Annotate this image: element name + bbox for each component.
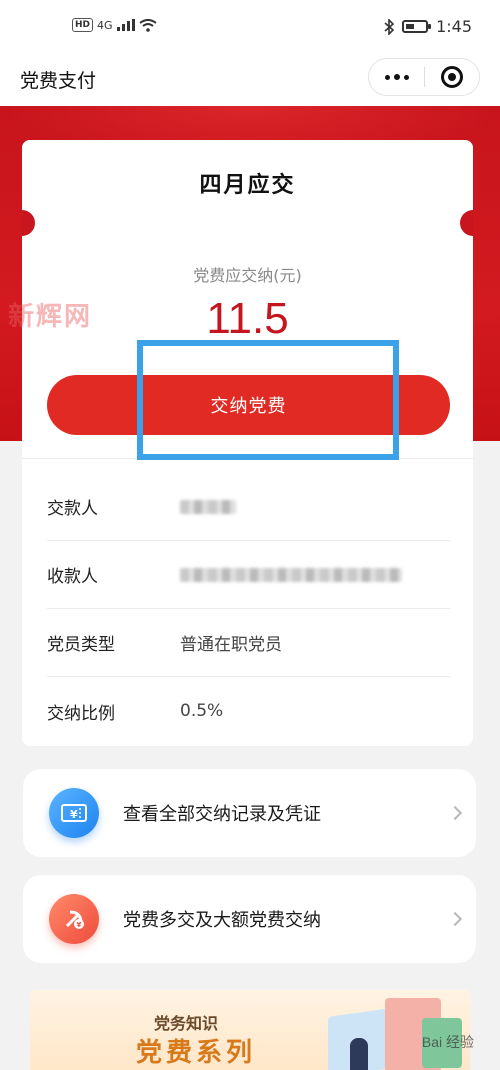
- info-value: 0.5%: [180, 701, 224, 721]
- party-emblem-icon: ¥: [49, 894, 99, 944]
- card-header: 四月应交: [22, 140, 473, 226]
- info-value: 普通在职党员: [180, 635, 282, 655]
- bluetooth-icon: [384, 18, 395, 35]
- receipt-icon: ¥: [49, 788, 99, 838]
- info-label: 党员类型: [47, 635, 115, 655]
- promo-illustration-person: [350, 1038, 368, 1070]
- baidu-watermark: Bai 经验: [421, 1034, 474, 1050]
- wifi-icon: [138, 18, 157, 32]
- info-row-payee: 收款人: [47, 541, 450, 609]
- amount-label: 党费应交纳(元): [193, 266, 302, 285]
- info-label: 交纳比例: [47, 703, 115, 724]
- info-row-rate: 交纳比例 0.5%: [47, 677, 450, 745]
- extra-payment-label: 党费多交及大额党费交纳: [123, 910, 321, 931]
- nav-bar: 党费支付: [0, 52, 500, 106]
- more-dots-icon[interactable]: [369, 59, 424, 95]
- blurred-payee-name: [180, 567, 402, 582]
- chevron-right-icon: [447, 911, 463, 927]
- view-records-label: 查看全部交纳记录及凭证: [123, 804, 321, 825]
- extra-payment-card[interactable]: ¥ 党费多交及大额党费交纳: [23, 875, 476, 963]
- ticket-notch-right: [460, 210, 473, 236]
- promo-banner[interactable]: 党务知识 党费系列: [30, 990, 470, 1070]
- network-label: 4G: [97, 18, 113, 32]
- status-left: HD 4G: [72, 18, 157, 32]
- blurred-payer-name: [180, 499, 236, 514]
- info-label: 收款人: [47, 567, 98, 587]
- view-records-card[interactable]: ¥ 查看全部交纳记录及凭证: [23, 769, 476, 857]
- battery-fill: [406, 24, 415, 29]
- info-row-payer: 交款人: [47, 473, 450, 541]
- info-row-member-type: 党员类型 普通在职党员: [47, 609, 450, 677]
- promo-subtitle: 党务知识: [154, 1014, 219, 1033]
- svg-text:¥: ¥: [70, 808, 78, 821]
- svg-text:¥: ¥: [77, 921, 82, 929]
- promo-title: 党费系列: [136, 1038, 257, 1068]
- site-watermark: 新辉网: [8, 302, 93, 332]
- info-label: 交款人: [47, 499, 98, 519]
- card-title: 四月应交: [199, 173, 296, 198]
- signal-icon: [116, 19, 135, 31]
- chevron-right-icon: [447, 805, 463, 821]
- mini-program-capsule: [368, 58, 480, 96]
- battery-icon: [402, 20, 432, 33]
- annotation-highlight-box: [137, 340, 399, 460]
- status-bar: HD 4G 1:45: [0, 0, 500, 52]
- target-close-icon[interactable]: [425, 59, 479, 95]
- clock: 1:45: [436, 17, 472, 36]
- status-right: 1:45: [384, 17, 472, 36]
- page-title: 党费支付: [20, 70, 97, 92]
- hd-badge: HD: [72, 18, 94, 32]
